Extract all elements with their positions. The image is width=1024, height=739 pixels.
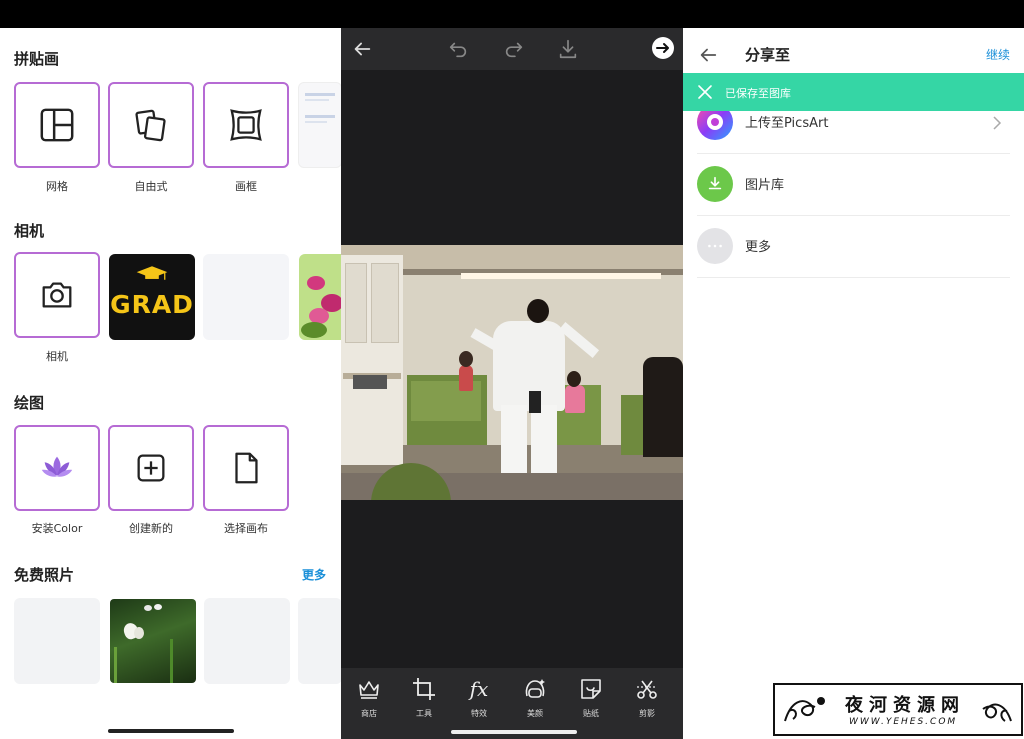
frame-icon bbox=[230, 109, 262, 141]
share-row-gallery[interactable]: 图片库 bbox=[697, 154, 1010, 216]
freestyle-icon bbox=[135, 109, 166, 142]
tool-shop-label: 商店 bbox=[361, 709, 377, 718]
tool-sticker[interactable]: 贴纸 bbox=[567, 676, 615, 719]
download-arrow-icon bbox=[708, 176, 722, 190]
create-new-tile[interactable] bbox=[108, 425, 194, 511]
home-indicator bbox=[451, 730, 577, 734]
free-photos-section-title: 免费照片 bbox=[14, 566, 75, 584]
editor-panel: 商店 工具 fx 特效 美颜 贴纸 剪影 bbox=[341, 28, 683, 739]
tool-effects[interactable]: fx 特效 bbox=[455, 676, 503, 719]
toast-text: 已保存至图库 bbox=[725, 87, 791, 100]
watermark-url: WWW.YEHES.COM bbox=[849, 717, 958, 727]
more-dots-icon bbox=[697, 228, 733, 264]
tool-sticker-label: 贴纸 bbox=[583, 709, 599, 718]
share-row-label: 更多 bbox=[745, 240, 772, 255]
share-panel: 分享至 继续 上传至PicsArt 已保存至图库 图片库 更多 bbox=[683, 28, 1024, 739]
tool-tools[interactable]: 工具 bbox=[400, 676, 448, 719]
free-photo-placeholder[interactable] bbox=[204, 598, 290, 684]
install-color-tile[interactable] bbox=[14, 425, 100, 511]
redo-icon[interactable] bbox=[503, 38, 525, 60]
home-panel: 拼贴画 网格 自由式 画框 相机 相机 GRAD 绘图 安装Color 创建新的… bbox=[0, 28, 341, 739]
crop-icon bbox=[413, 678, 435, 700]
ellipsis-icon bbox=[708, 244, 722, 248]
camera-placeholder-thumb[interactable] bbox=[203, 254, 289, 340]
crown-icon bbox=[359, 681, 379, 699]
tool-cutout[interactable]: 剪影 bbox=[623, 676, 671, 719]
camera-tile[interactable] bbox=[14, 252, 100, 338]
chevron-right-icon bbox=[993, 116, 1002, 130]
draw-section-title: 绘图 bbox=[14, 394, 45, 412]
camera-icon bbox=[42, 282, 72, 308]
grad-sticker-thumb[interactable]: GRAD bbox=[109, 254, 195, 340]
undo-icon[interactable] bbox=[447, 38, 469, 60]
butterfly-photo-thumb[interactable] bbox=[110, 599, 196, 683]
watermark-title: 夜河资源网 bbox=[845, 695, 965, 716]
editor-toolbar: 商店 工具 fx 特效 美颜 贴纸 剪影 bbox=[341, 668, 683, 739]
tool-beauty[interactable]: 美颜 bbox=[511, 676, 559, 719]
grad-cap-icon bbox=[136, 266, 168, 280]
screenshot-stage: 拼贴画 网格 自由式 画框 相机 相机 GRAD 绘图 安装Color 创建新的… bbox=[0, 0, 1024, 739]
frame-label: 画框 bbox=[235, 180, 257, 193]
grid-tile[interactable] bbox=[14, 82, 100, 168]
close-icon[interactable] bbox=[697, 84, 713, 100]
download-icon[interactable] bbox=[557, 38, 579, 60]
tool-effects-label: 特效 bbox=[471, 709, 487, 718]
lotus-icon bbox=[41, 456, 73, 477]
share-row-label: 上传至PicsArt bbox=[745, 116, 829, 131]
status-bar bbox=[0, 0, 1024, 28]
grid-layout-icon bbox=[40, 108, 74, 142]
sticker-icon bbox=[581, 679, 601, 699]
flower-thumb[interactable] bbox=[299, 254, 341, 340]
free-photo-placeholder[interactable] bbox=[14, 598, 100, 684]
watermark-logo: 夜河资源网 WWW.YEHES.COM bbox=[773, 683, 1023, 736]
free-photo-placeholder[interactable] bbox=[298, 598, 341, 684]
frame-tile[interactable] bbox=[203, 82, 289, 168]
install-color-label: 安装Color bbox=[31, 522, 83, 535]
select-canvas-tile[interactable] bbox=[203, 425, 289, 511]
share-row-more[interactable]: 更多 bbox=[697, 216, 1010, 278]
next-arrow-icon[interactable] bbox=[651, 36, 675, 60]
camera-label: 相机 bbox=[46, 350, 68, 363]
home-indicator bbox=[108, 729, 234, 733]
ornament-icon bbox=[784, 697, 825, 722]
freestyle-label: 自由式 bbox=[134, 180, 168, 193]
cutout-icon bbox=[637, 680, 657, 699]
back-arrow-icon[interactable] bbox=[697, 44, 719, 66]
share-title: 分享至 bbox=[745, 46, 791, 64]
gallery-download-icon bbox=[697, 166, 733, 202]
free-photos-more-link[interactable]: 更多 bbox=[302, 566, 326, 583]
freestyle-tile[interactable] bbox=[108, 82, 194, 168]
share-row-label: 图片库 bbox=[745, 178, 785, 193]
saved-toast: 已保存至图库 bbox=[683, 73, 1024, 111]
edited-photo[interactable] bbox=[341, 245, 683, 500]
collage-section-title: 拼贴画 bbox=[14, 50, 60, 68]
grid-label: 网格 bbox=[46, 180, 68, 193]
blank-page-icon bbox=[235, 452, 258, 484]
tool-cutout-label: 剪影 bbox=[639, 709, 655, 718]
tool-beauty-label: 美颜 bbox=[527, 709, 543, 718]
create-new-label: 创建新的 bbox=[129, 522, 173, 535]
beauty-icon bbox=[525, 679, 545, 698]
select-canvas-label: 选择画布 bbox=[224, 522, 268, 535]
tool-tools-label: 工具 bbox=[416, 709, 432, 718]
collage-template-preview[interactable] bbox=[298, 82, 341, 168]
tool-shop[interactable]: 商店 bbox=[345, 676, 393, 719]
fx-icon: fx bbox=[455, 676, 503, 702]
grad-text: GRAD bbox=[110, 289, 194, 319]
camera-section-title: 相机 bbox=[14, 222, 45, 240]
continue-button[interactable]: 继续 bbox=[986, 46, 1010, 63]
add-square-icon bbox=[137, 454, 165, 482]
fx-icon-text: fx bbox=[469, 677, 489, 701]
back-arrow-icon[interactable] bbox=[351, 38, 373, 60]
ornament-icon bbox=[982, 703, 1012, 722]
editor-top-bar bbox=[341, 28, 683, 70]
